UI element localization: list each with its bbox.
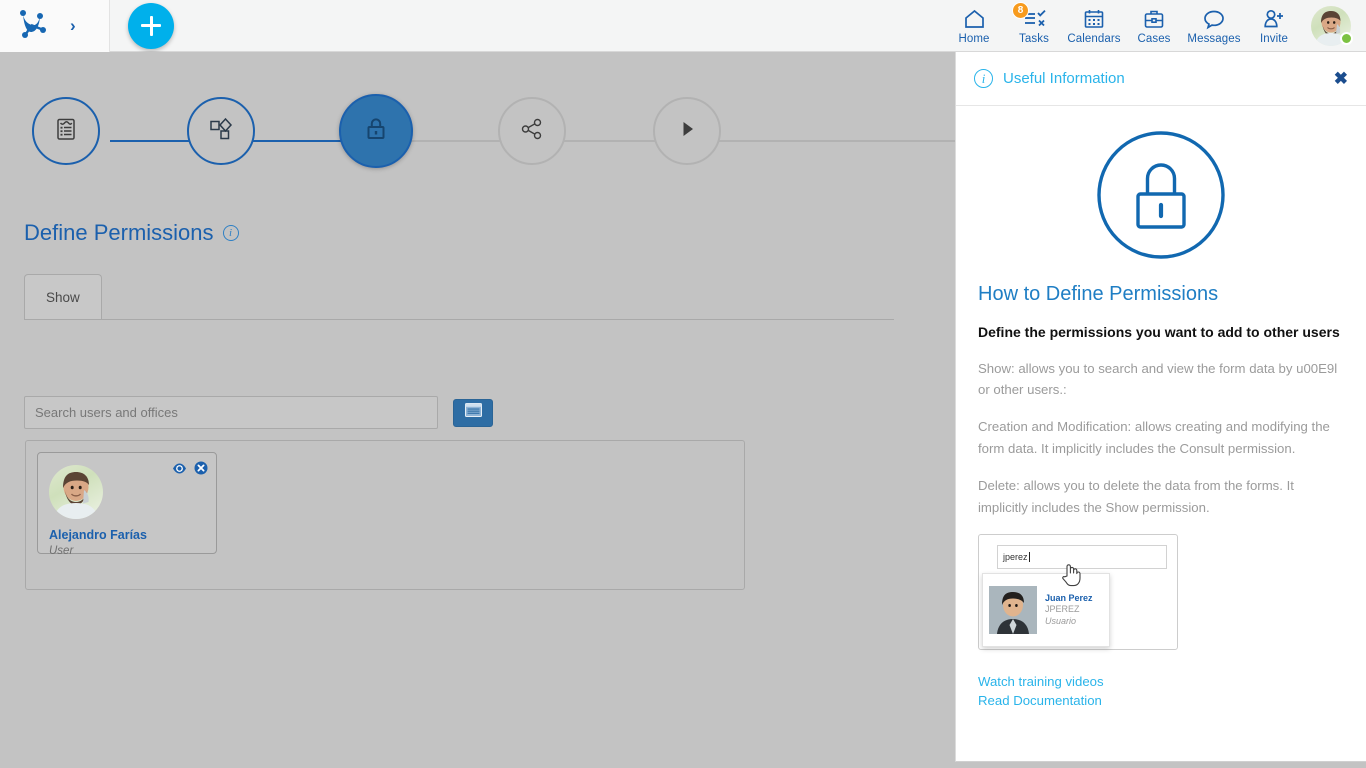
useful-information-panel: i Useful Information ✖ How to Define Per… — [955, 52, 1366, 762]
share-icon — [518, 115, 546, 148]
panel-subheading: Define the permissions you want to add t… — [978, 322, 1344, 344]
watch-training-videos-link[interactable]: Watch training videos — [978, 672, 1344, 691]
logo-zone: › — [0, 0, 110, 52]
nav-label-home: Home — [958, 33, 989, 45]
eye-icon[interactable] — [172, 462, 187, 475]
nav-label-tasks: Tasks — [1019, 33, 1049, 45]
read-documentation-link[interactable]: Read Documentation — [978, 691, 1344, 710]
wizard-step-structure[interactable] — [187, 97, 255, 165]
example-result-meta: Juan Perez JPEREZ Usuario — [1045, 593, 1093, 627]
form-icon — [52, 115, 80, 148]
info-icon[interactable]: i — [223, 225, 239, 241]
avatar[interactable] — [1304, 0, 1358, 52]
nav-item-home[interactable]: Home — [944, 0, 1004, 52]
wizard-step-publish[interactable] — [653, 97, 721, 165]
nav-item-tasks[interactable]: 8 Tasks — [1004, 0, 1064, 52]
lock-icon — [1094, 128, 1228, 267]
status-online-indicator — [1340, 32, 1353, 45]
text-caret — [1029, 552, 1030, 562]
wizard-steps — [24, 97, 954, 187]
page-title: Define Permissions — [24, 220, 214, 246]
nav-label-cases: Cases — [1137, 33, 1170, 45]
nav-item-calendars[interactable]: Calendars — [1064, 0, 1124, 52]
user-card-role: User — [49, 545, 73, 557]
info-icon: i — [974, 69, 993, 88]
panel-paragraph-delete: Delete: allows you to delete the data fr… — [978, 475, 1344, 518]
nav-label-calendars: Calendars — [1067, 33, 1120, 45]
wizard-step-form[interactable] — [32, 97, 100, 165]
user-card[interactable]: Alejandro Farías User — [37, 452, 217, 554]
nav-item-invite[interactable]: Invite — [1244, 0, 1304, 52]
panel-paragraph-show: Show: allows you to search and view the … — [978, 358, 1344, 401]
example-search-value: jperez — [1003, 552, 1028, 562]
tasks-badge: 8 — [1012, 2, 1029, 19]
lock-icon — [362, 114, 390, 149]
panel-hero — [978, 128, 1344, 267]
main-content: Define Permissions i Show — [0, 52, 955, 768]
calendar-icon — [1083, 7, 1105, 31]
pointer-cursor-icon — [1061, 561, 1083, 592]
example-result-login: JPEREZ — [1045, 604, 1093, 615]
assigned-users-dropzone[interactable]: Alejandro Farías User — [25, 440, 745, 590]
panel-heading: How to Define Permissions — [978, 283, 1344, 306]
sidebar-expand-chevron-icon[interactable]: › — [70, 17, 76, 34]
briefcase-icon — [1143, 7, 1165, 31]
wizard-step-share[interactable] — [498, 97, 566, 165]
home-icon — [963, 7, 986, 31]
search-row — [24, 396, 493, 429]
example-result-avatar — [989, 586, 1037, 634]
remove-icon[interactable] — [194, 461, 208, 475]
tab-show[interactable]: Show — [24, 274, 102, 319]
list-view-icon — [465, 403, 482, 422]
nav-item-cases[interactable]: Cases — [1124, 0, 1184, 52]
nav-label-invite: Invite — [1260, 33, 1288, 45]
top-nav: Home 8 Tasks — [944, 0, 1366, 52]
message-icon — [1202, 7, 1226, 31]
nav-label-messages: Messages — [1187, 33, 1240, 45]
add-button[interactable] — [128, 3, 174, 49]
example-result-dropdown: Juan Perez JPEREZ Usuario — [982, 573, 1110, 647]
example-result-name: Juan Perez — [1045, 593, 1093, 604]
shapes-icon — [206, 114, 236, 149]
example-result-role: Usuario — [1045, 616, 1093, 627]
nav-item-messages[interactable]: Messages — [1184, 0, 1244, 52]
panel-body: How to Define Permissions Define the per… — [956, 106, 1366, 710]
wizard-step-permissions[interactable] — [339, 94, 413, 168]
panel-links: Watch training videos Read Documentation — [978, 672, 1344, 710]
permission-tabs: Show — [24, 274, 894, 320]
play-icon — [674, 116, 700, 147]
top-bar: › Home 8 Tasks — [0, 0, 1366, 52]
panel-paragraph-creation: Creation and Modification: allows creati… — [978, 416, 1344, 459]
close-icon[interactable]: ✖ — [1334, 70, 1348, 87]
page-title-row: Define Permissions i — [24, 220, 239, 246]
tab-show-label: Show — [46, 290, 80, 305]
app-logo-icon[interactable] — [14, 8, 48, 43]
panel-title: Useful Information — [1003, 70, 1334, 87]
user-card-actions — [172, 461, 208, 475]
invite-icon — [1262, 7, 1286, 31]
search-input[interactable] — [24, 396, 438, 429]
list-view-button[interactable] — [453, 399, 493, 427]
example-illustration: jperez Juan Perez JPEREZ — [978, 534, 1178, 650]
user-card-name[interactable]: Alejandro Farías — [49, 528, 147, 542]
panel-header: i Useful Information ✖ — [956, 52, 1366, 106]
user-card-avatar — [49, 465, 103, 519]
